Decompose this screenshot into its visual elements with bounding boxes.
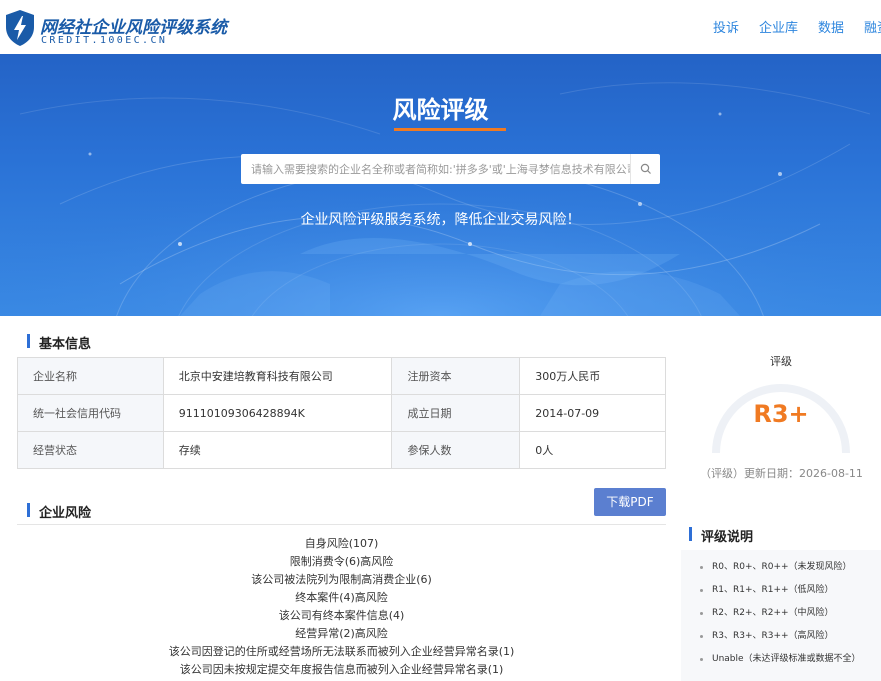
- shield-lightning-icon: [6, 10, 34, 46]
- table-row: 经营状态 存续 参保人数 0人: [17, 431, 666, 469]
- insured-count-label: 参保人数: [391, 431, 521, 469]
- list-item: R0、R0+、R0++（未发现风险）: [700, 556, 881, 579]
- nav-data[interactable]: 数据: [818, 21, 844, 36]
- founded-date-value: 2014-07-09: [519, 394, 666, 432]
- list-item: 该公司因未按规定提交年度报告信息而被列入企业经营异常名录(1): [179, 663, 504, 676]
- basic-info-heading: 基本信息: [27, 333, 91, 352]
- title-underline: [394, 128, 506, 131]
- list-item: 该公司有终本案件信息(4): [278, 609, 405, 622]
- business-status-value: 存续: [162, 431, 393, 469]
- insured-count-value: 0人: [519, 431, 666, 469]
- logo-subtitle: CREDIT.100EC.CN: [41, 35, 168, 46]
- rating-explain-heading: 评级说明: [689, 526, 753, 545]
- list-item: R2、R2+、R2++（中风险）: [700, 602, 881, 625]
- rating-explain-panel: R0、R0+、R0++（未发现风险） R1、R1+、R1++（低风险） R2、R…: [681, 550, 881, 681]
- search-input[interactable]: [241, 154, 630, 184]
- list-item: 该公司被法院列为限制高消费企业(6): [251, 573, 432, 586]
- company-name-value: 北京中安建培教育科技有限公司: [162, 357, 393, 395]
- list-item: 终本案件(4)高风险: [295, 591, 388, 604]
- rating-label: 评级: [761, 353, 801, 369]
- hero-slogan: 企业风险评级服务系统，降低企业交易风险！: [300, 212, 581, 228]
- list-item: 限制消费令(6)高风险: [289, 555, 394, 568]
- risk-list: 自身风险(107) 限制消费令(6)高风险 该公司被法院列为限制高消费企业(6)…: [17, 535, 666, 679]
- list-item: 该公司因登记的住所或经营场所无法联系而被列入企业经营异常名录(1): [168, 645, 515, 658]
- rating-gauge: 评级 R3+: [706, 348, 856, 463]
- page-title: 风险评级: [392, 96, 489, 124]
- risk-divider: [17, 524, 666, 525]
- registered-capital-label: 注册资本: [391, 357, 521, 395]
- credit-code-label: 统一社会信用代码: [17, 394, 164, 432]
- search-button[interactable]: [630, 154, 660, 184]
- business-status-label: 经营状态: [17, 431, 164, 469]
- list-item: R1、R1+、R1++（低风险）: [700, 579, 881, 602]
- top-header: 网经社企业风险评级系统 CREDIT.100EC.CN 投诉 企业库 数据 融资: [0, 0, 881, 54]
- rating-value: R3+: [753, 400, 809, 428]
- search-icon: [640, 163, 651, 174]
- download-pdf-button[interactable]: 下载PDF: [594, 488, 666, 516]
- nav-financing[interactable]: 融资: [864, 21, 881, 36]
- risk-heading: 企业风险: [27, 502, 91, 521]
- list-item: R3、R3+、R3++（高风险）: [700, 625, 881, 648]
- list-item: 经营异常(2)高风险: [295, 627, 388, 640]
- founded-date-label: 成立日期: [391, 394, 521, 432]
- registered-capital-value: 300万人民币: [519, 357, 666, 395]
- hero-banner: 风险评级 企业风险评级服务系统，降低企业交易风险！: [0, 54, 881, 316]
- rating-update-date: （评级）更新日期：2026-08-11: [700, 467, 863, 480]
- list-item: Unable（未达评级标准或数据不全）: [700, 648, 881, 671]
- table-row: 统一社会信用代码 91110109306428894K 成立日期 2014-07…: [17, 394, 666, 432]
- company-name-label: 企业名称: [17, 357, 164, 395]
- credit-code-value: 91110109306428894K: [162, 394, 393, 432]
- main-nav: 投诉 企业库 数据 融资: [713, 17, 881, 36]
- nav-company-library[interactable]: 企业库: [759, 21, 798, 36]
- basic-info-table: 企业名称 北京中安建培教育科技有限公司 注册资本 300万人民币 统一社会信用代…: [17, 357, 666, 469]
- search-bar: [241, 154, 660, 184]
- nav-complaint[interactable]: 投诉: [713, 21, 739, 36]
- site-logo[interactable]: 网经社企业风险评级系统 CREDIT.100EC.CN: [4, 9, 227, 49]
- table-row: 企业名称 北京中安建培教育科技有限公司 注册资本 300万人民币: [17, 357, 666, 395]
- list-item: 自身风险(107): [304, 537, 379, 550]
